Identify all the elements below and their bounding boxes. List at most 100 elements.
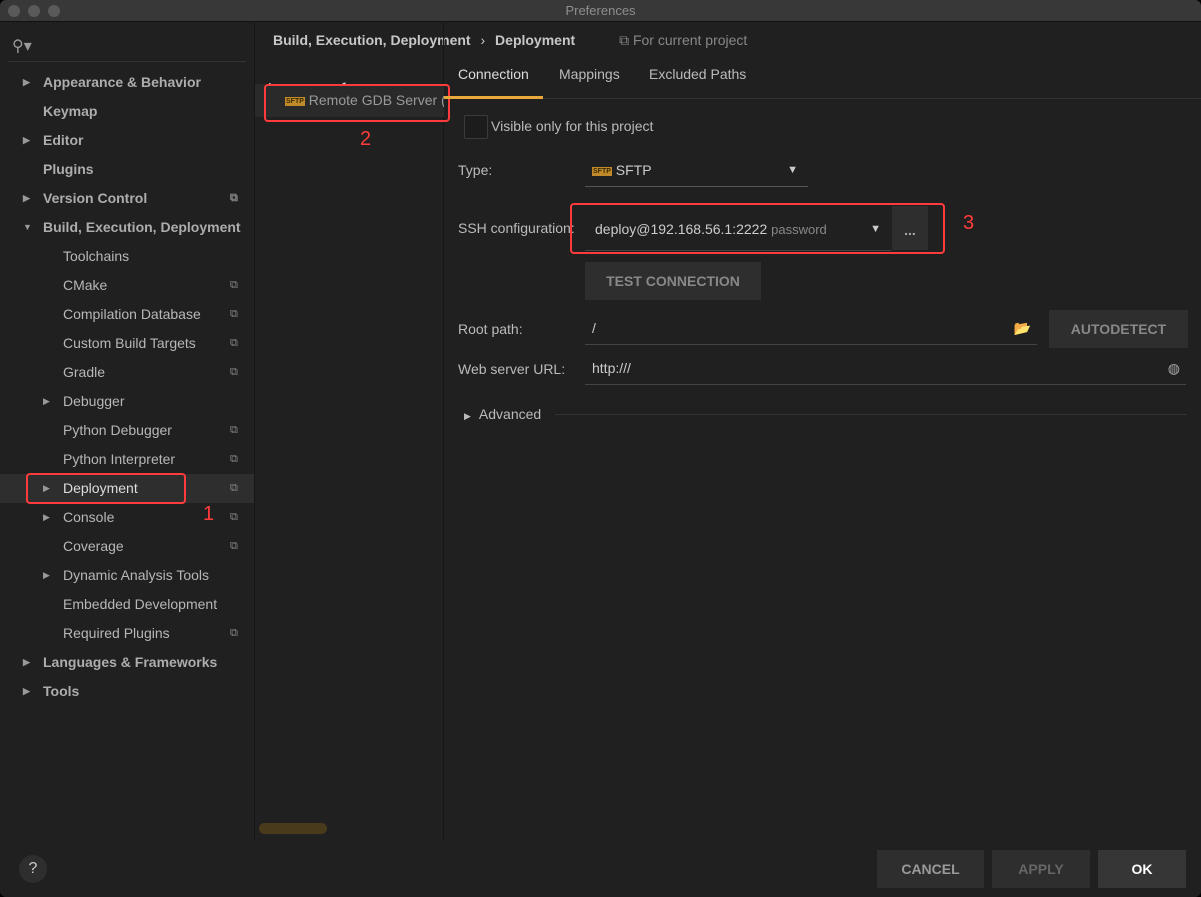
sidebar-item-label: Build, Execution, Deployment: [43, 219, 241, 235]
visible-only-label: Visible only for this project: [491, 118, 654, 134]
annotation-number-1: 1: [203, 503, 215, 525]
expand-arrow-icon[interactable]: ▶: [23, 648, 30, 677]
advanced-section-toggle[interactable]: ▶ Advanced: [464, 406, 541, 422]
sidebar-item-label: Editor: [43, 132, 84, 148]
expand-arrow-icon[interactable]: ▶: [43, 561, 50, 590]
collapse-arrow-icon[interactable]: ▼: [23, 213, 32, 242]
sidebar-item-debugger[interactable]: ▶ Debugger: [0, 387, 254, 416]
cancel-button[interactable]: CANCEL: [877, 850, 984, 888]
sidebar-item-label: Console: [63, 509, 115, 525]
minimize-window-button[interactable]: [28, 5, 40, 17]
sidebar-item-label: CMake: [63, 277, 108, 293]
zoom-window-button[interactable]: [48, 5, 60, 17]
visible-only-checkbox[interactable]: [464, 115, 488, 139]
title-bar: Preferences: [0, 0, 1201, 22]
root-path-input[interactable]: / 📂: [585, 313, 1037, 345]
folder-icon[interactable]: 📂: [1014, 313, 1031, 343]
help-button[interactable]: ?: [19, 855, 47, 883]
annotation-box-1: [26, 473, 186, 504]
ok-button[interactable]: OK: [1098, 850, 1186, 888]
sidebar-item-editor[interactable]: ▶ Editor: [0, 126, 254, 155]
sidebar-item-label: Keymap: [43, 103, 98, 119]
sidebar-item-custom-build-targets[interactable]: Custom Build Targets ⧉: [0, 329, 254, 358]
project-level-icon: ⧉: [230, 627, 238, 639]
autodetect-button[interactable]: AUTODETECT: [1049, 310, 1188, 348]
sidebar-item-label: Plugins: [43, 161, 94, 177]
preferences-window: Preferences ⚲▾ ▶ Appearance & Behavior Key…: [0, 0, 1201, 897]
sidebar-item-build-execution-deployment[interactable]: ▼ Build, Execution, Deployment: [0, 213, 254, 242]
globe-icon[interactable]: ◍: [1168, 353, 1180, 383]
annotation-number-2: 2: [360, 128, 372, 150]
web-server-url-input[interactable]: http:/// ◍: [585, 353, 1186, 385]
sidebar-item-embedded-development[interactable]: Embedded Development: [0, 590, 254, 619]
sidebar-item-python-interpreter[interactable]: Python Interpreter ⧉: [0, 445, 254, 474]
sidebar-item-languages-frameworks[interactable]: ▶ Languages & Frameworks: [0, 648, 254, 677]
settings-search-input[interactable]: ⚲▾: [8, 36, 246, 62]
sidebar-item-version-control[interactable]: ▶ Version Control ⧉: [0, 184, 254, 213]
type-select[interactable]: SFTP SFTP ▼: [585, 155, 808, 187]
sidebar-item-label: Python Debugger: [63, 422, 172, 438]
sidebar-item-label: Languages & Frameworks: [43, 654, 218, 670]
annotation-box-2: [264, 84, 450, 122]
sidebar-item-label: Embedded Development: [63, 596, 218, 612]
type-value: SFTP: [615, 162, 652, 178]
tab-excluded-paths[interactable]: Excluded Paths: [649, 55, 746, 99]
divider: [555, 414, 1187, 415]
root-path-label: Root path:: [458, 321, 523, 337]
window-title: Preferences: [565, 3, 636, 18]
expand-arrow-icon: ▶: [464, 411, 471, 421]
project-level-icon: ⧉: [230, 308, 238, 320]
sidebar-item-keymap[interactable]: Keymap: [0, 97, 254, 126]
sidebar-item-label: Toolchains: [63, 248, 130, 264]
web-server-url-value: http:///: [592, 360, 631, 376]
annotation-number-3: 3: [963, 212, 975, 234]
expand-arrow-icon[interactable]: ▶: [23, 677, 30, 706]
sidebar-item-compilation-database[interactable]: Compilation Database ⧉: [0, 300, 254, 329]
sidebar-item-label: Version Control: [43, 190, 148, 206]
project-level-icon: ⧉: [230, 424, 238, 436]
sidebar-item-required-plugins[interactable]: Required Plugins ⧉: [0, 619, 254, 648]
tab-mappings[interactable]: Mappings: [559, 55, 620, 99]
sidebar-item-label: Python Interpreter: [63, 451, 176, 467]
close-window-button[interactable]: [8, 5, 20, 17]
sidebar-item-label: Dynamic Analysis Tools: [63, 567, 210, 583]
sidebar-item-python-debugger[interactable]: Python Debugger ⧉: [0, 416, 254, 445]
sidebar-item-toolchains[interactable]: Toolchains: [0, 242, 254, 271]
project-level-icon: ⧉: [230, 279, 238, 291]
expand-arrow-icon[interactable]: ▶: [23, 126, 30, 155]
sidebar-item-dynamic-analysis-tools[interactable]: ▶ Dynamic Analysis Tools: [0, 561, 254, 590]
server-list-panel: + − ✔ SFTP Remote GDB Server (: [254, 23, 444, 840]
sidebar-item-label: Gradle: [63, 364, 106, 380]
expand-arrow-icon[interactable]: ▶: [23, 68, 30, 97]
sidebar-item-label: Compilation Database: [63, 306, 201, 322]
project-level-icon: ⧉: [230, 511, 238, 523]
expand-arrow-icon[interactable]: ▶: [43, 387, 50, 416]
project-level-icon: ⧉: [230, 192, 238, 204]
expand-arrow-icon[interactable]: ▶: [23, 184, 30, 213]
footer: ? CANCEL APPLY OK: [0, 840, 1201, 897]
project-level-icon: ⧉: [230, 366, 238, 378]
sidebar-item-label: Coverage: [63, 538, 124, 554]
sidebar-item-plugins[interactable]: Plugins: [0, 155, 254, 184]
expand-arrow-icon[interactable]: ▶: [43, 503, 50, 532]
chevron-right-icon: ›: [480, 32, 486, 48]
breadcrumb-current: Deployment: [495, 32, 576, 48]
apply-button[interactable]: APPLY: [992, 850, 1090, 888]
sidebar-item-label: Custom Build Targets: [63, 335, 196, 351]
sidebar-item-coverage[interactable]: Coverage ⧉: [0, 532, 254, 561]
sidebar-item-cmake[interactable]: CMake ⧉: [0, 271, 254, 300]
test-connection-button[interactable]: TEST CONNECTION: [585, 262, 761, 300]
dropdown-arrow-icon: ▼: [787, 164, 798, 176]
horizontal-scrollbar[interactable]: [259, 823, 327, 834]
tab-connection[interactable]: Connection: [444, 55, 543, 99]
sidebar-item-console[interactable]: ▶ Console ⧉: [0, 503, 254, 532]
sidebar-item-gradle[interactable]: Gradle ⧉: [0, 358, 254, 387]
sidebar-item-label: Required Plugins: [63, 625, 170, 641]
sftp-icon: SFTP: [592, 166, 612, 176]
sidebar-item-tools[interactable]: ▶ Tools: [0, 677, 254, 706]
advanced-label: Advanced: [478, 406, 542, 422]
sidebar-item-label: Appearance & Behavior: [43, 74, 201, 90]
project-level-icon: ⧉: [230, 482, 238, 494]
sidebar-item-appearance-behavior[interactable]: ▶ Appearance & Behavior: [0, 68, 254, 97]
settings-sidebar: ⚲▾ ▶ Appearance & Behavior Keymap ▶ Editor Pl…: [0, 23, 254, 840]
